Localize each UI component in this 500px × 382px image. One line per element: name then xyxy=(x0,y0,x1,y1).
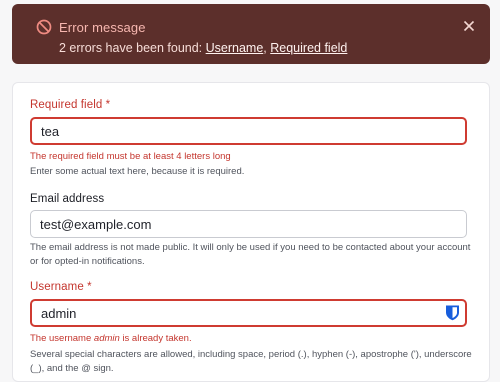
username-label-text: Username xyxy=(30,281,84,293)
required-mark: * xyxy=(87,281,92,293)
stop-icon xyxy=(36,19,52,35)
required-field-label: Required field * xyxy=(30,99,110,111)
error-link-required-field[interactable]: Required field xyxy=(270,41,347,55)
required-mark: * xyxy=(105,99,111,111)
username-error: The username admin is already taken. xyxy=(30,333,192,344)
email-field[interactable] xyxy=(30,210,467,238)
error-summary-prefix: 2 errors have been found: xyxy=(59,41,206,55)
username-error-suffix: is already taken. xyxy=(119,333,192,344)
username-help: Several special characters are allowed, … xyxy=(30,349,472,374)
error-banner: Error message 2 errors have been found: … xyxy=(12,4,490,64)
error-summary: 2 errors have been found: Username, Requ… xyxy=(59,41,347,55)
username-label: Username * xyxy=(30,281,92,293)
username-error-prefix: The username xyxy=(30,333,94,344)
username-input[interactable] xyxy=(30,299,467,327)
email-help: The email address is not made public. It… xyxy=(30,242,471,267)
required-field-error: The required field must be at least 4 le… xyxy=(30,151,231,162)
form-card: Required field * The required field must… xyxy=(12,82,490,382)
required-field-label-text: Required field xyxy=(30,99,103,111)
password-manager-shield-icon[interactable] xyxy=(445,304,460,321)
close-icon[interactable] xyxy=(460,17,478,35)
error-title: Error message xyxy=(59,20,146,35)
required-field-help: Enter some actual text here, because it … xyxy=(30,166,245,177)
error-link-username[interactable]: Username xyxy=(206,41,264,55)
required-field-input[interactable] xyxy=(30,117,467,145)
username-error-value: admin xyxy=(93,333,120,344)
email-label: Email address xyxy=(30,193,105,205)
